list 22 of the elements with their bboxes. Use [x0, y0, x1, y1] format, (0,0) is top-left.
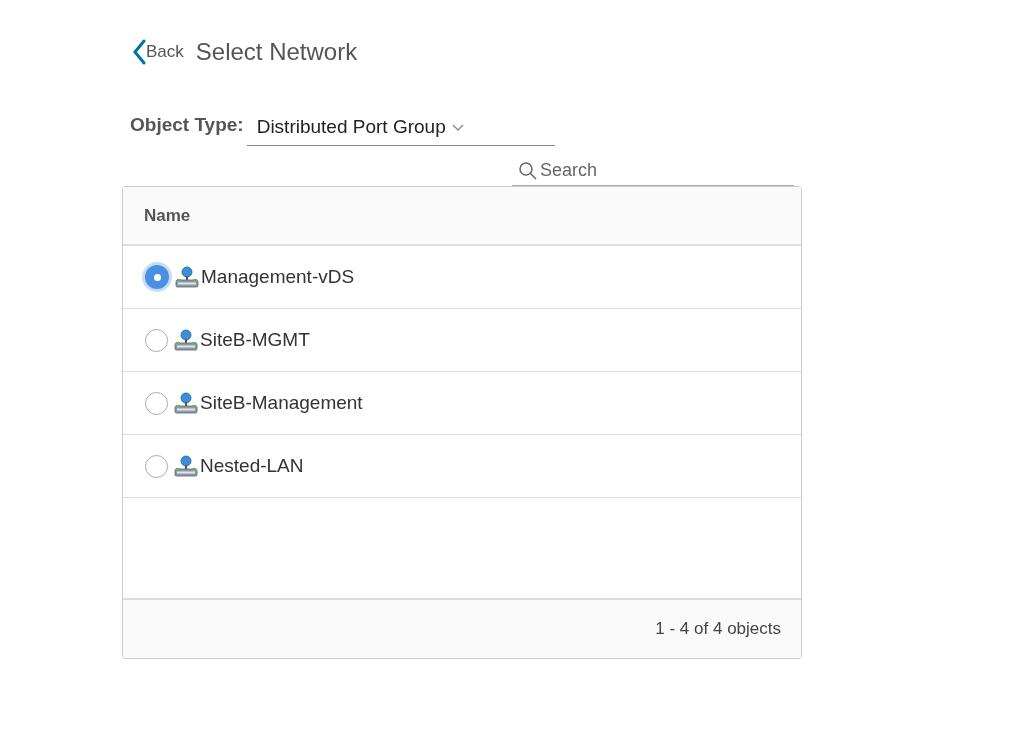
column-header: Name [144, 204, 191, 227]
chevron-left-icon [132, 39, 146, 65]
back-button[interactable]: Back [132, 39, 184, 65]
radio-button[interactable] [145, 265, 169, 289]
radio-button[interactable] [145, 454, 168, 478]
caret-down-icon [451, 123, 464, 132]
network-port-group-icon [174, 329, 198, 351]
object-type-label: Object Type: [130, 112, 244, 137]
search-icon [518, 160, 538, 181]
search-field[interactable]: Search [540, 157, 788, 184]
network-port-group-icon [174, 392, 198, 414]
network-port-group-icon [175, 266, 199, 288]
radio-button[interactable] [145, 328, 168, 352]
radio-button[interactable] [145, 391, 168, 415]
network-port-group-icon [174, 455, 198, 477]
network-name: SiteB-MGMT [200, 327, 310, 352]
network-name: Nested-LAN [200, 453, 304, 478]
network-name: SiteB-Management [200, 390, 363, 415]
object-count: 1 - 4 of 4 objects [655, 618, 781, 641]
network-name: Management-vDS [201, 264, 355, 289]
page-title: Select Network [195, 37, 358, 67]
object-type-dropdown[interactable]: Distributed Port Group [246, 110, 555, 146]
